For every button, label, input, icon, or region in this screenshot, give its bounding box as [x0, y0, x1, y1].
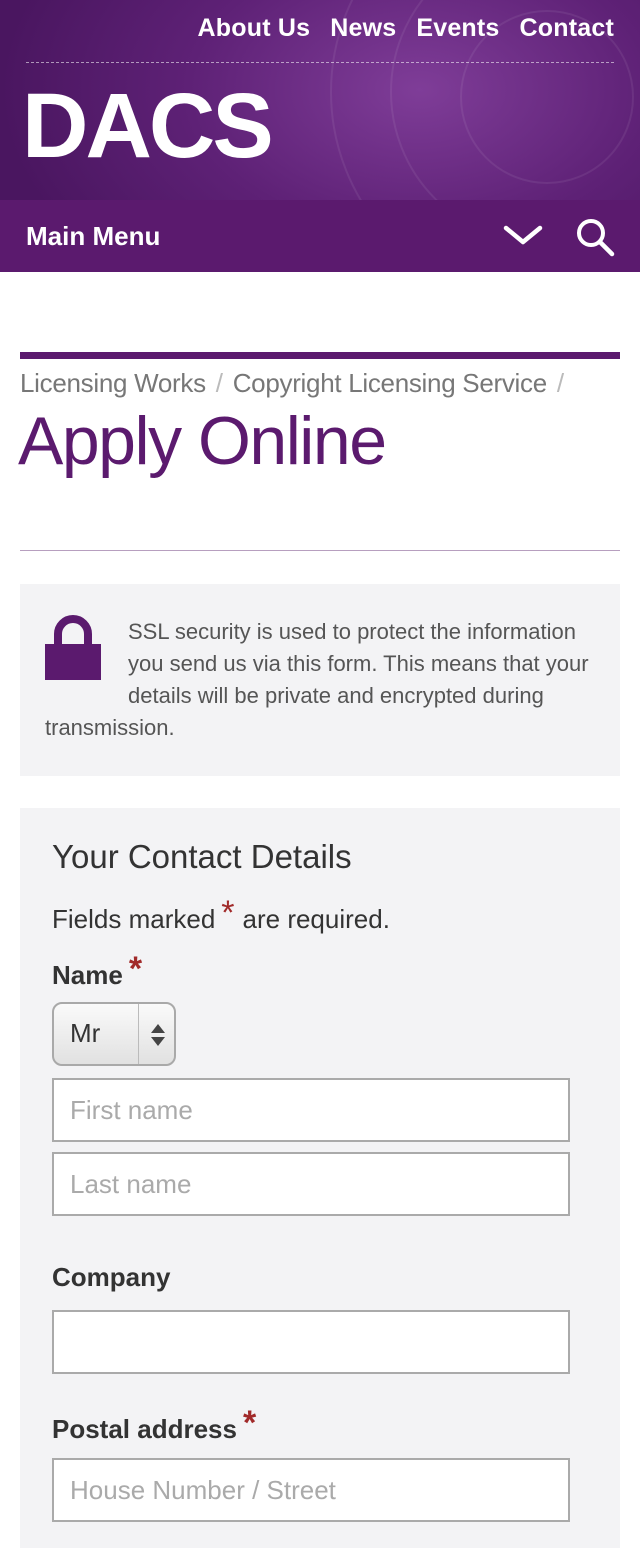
select-arrows-icon — [151, 1024, 165, 1046]
name-label: Name * — [52, 950, 150, 993]
company-input[interactable] — [52, 1310, 570, 1374]
street-input[interactable] — [52, 1458, 570, 1522]
first-name-input[interactable] — [52, 1078, 570, 1142]
required-asterisk: * — [242, 1404, 257, 1442]
site-logo[interactable]: DACS — [22, 80, 274, 172]
search-icon[interactable] — [574, 216, 616, 258]
required-asterisk: * — [128, 950, 143, 988]
company-label-text: Company — [52, 1262, 171, 1292]
breadcrumb-copyright-licensing-service[interactable]: Copyright Licensing Service — [233, 368, 547, 398]
required-note-text: are required. — [242, 904, 390, 934]
title-divider — [20, 550, 620, 551]
last-name-input[interactable] — [52, 1152, 570, 1216]
required-asterisk: * — [221, 894, 235, 932]
title-rule — [20, 352, 620, 359]
ssl-notice-text: SSL security is used to protect the info… — [45, 619, 589, 740]
chevron-down-icon[interactable] — [502, 220, 544, 250]
select-divider — [138, 1004, 139, 1064]
title-select-value: Mr — [70, 1018, 101, 1048]
form-heading: Your Contact Details — [52, 838, 352, 875]
required-note: Fields marked * are required. — [52, 894, 390, 937]
nav-link-contact[interactable]: Contact — [520, 14, 614, 43]
postal-address-label: Postal address * — [52, 1404, 264, 1447]
main-menu-label[interactable]: Main Menu — [26, 221, 160, 252]
breadcrumb: Licensing Works / Copyright Licensing Serv… — [20, 368, 640, 399]
site-header: About Us News Events Contact DACS — [0, 0, 640, 200]
nav-link-news[interactable]: News — [330, 14, 396, 43]
nav-link-events[interactable]: Events — [416, 14, 499, 43]
name-label-text: Name — [52, 960, 123, 990]
main-menu-bar[interactable]: Main Menu — [0, 200, 640, 272]
breadcrumb-separator: / — [215, 368, 223, 398]
postal-address-label-text: Postal address — [52, 1414, 237, 1444]
title-select[interactable]: Mr — [52, 1002, 176, 1066]
header-divider — [26, 62, 614, 63]
required-note-text: Fields marked — [52, 904, 216, 934]
nav-link-about-us[interactable]: About Us — [198, 14, 311, 43]
top-nav: About Us News Events Contact — [198, 14, 614, 43]
page-title: Apply Online — [18, 403, 387, 479]
breadcrumb-licensing-works[interactable]: Licensing Works — [20, 368, 206, 398]
breadcrumb-separator: / — [556, 368, 564, 398]
company-label: Company — [52, 1262, 170, 1293]
